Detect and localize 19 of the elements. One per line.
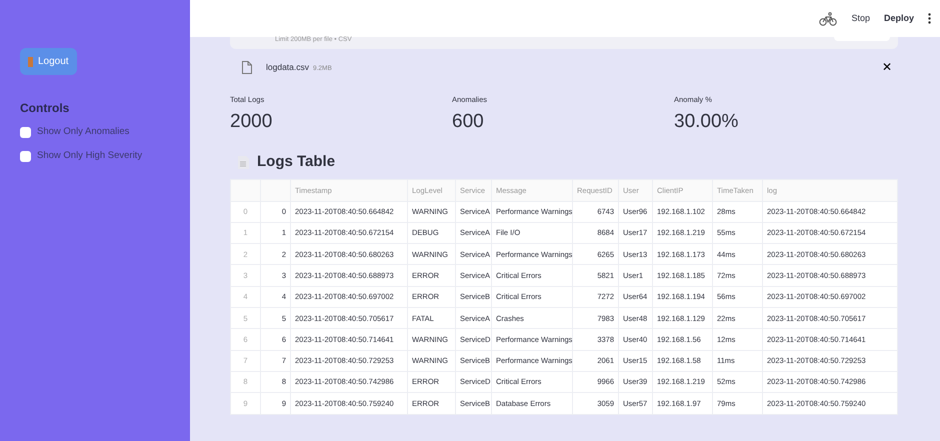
controls-heading: Controls bbox=[20, 100, 70, 117]
checkbox[interactable] bbox=[20, 150, 31, 162]
metric-value: 30.00% bbox=[674, 110, 740, 134]
checkbox[interactable] bbox=[20, 126, 31, 138]
file-name: logdata.csv bbox=[266, 62, 309, 72]
close-button[interactable]: ✕ bbox=[876, 58, 898, 76]
door-icon bbox=[28, 56, 33, 66]
metric-value: 600 bbox=[452, 110, 485, 134]
section-title: Logs Table bbox=[257, 152, 336, 172]
document-icon bbox=[238, 156, 249, 168]
deploy-button[interactable]: Deploy bbox=[884, 12, 914, 26]
bicycle-icon bbox=[819, 12, 838, 26]
logout-button[interactable]: Logout bbox=[20, 48, 77, 75]
checkbox-label[interactable]: Show Only Anomalies bbox=[37, 125, 130, 140]
metric-value: 2000 bbox=[230, 110, 274, 134]
file-icon bbox=[242, 60, 252, 74]
stop-link[interactable]: Stop bbox=[851, 12, 870, 26]
menu-icon[interactable] bbox=[928, 13, 931, 24]
checkbox-label[interactable]: Show Only High Severity bbox=[37, 149, 142, 164]
